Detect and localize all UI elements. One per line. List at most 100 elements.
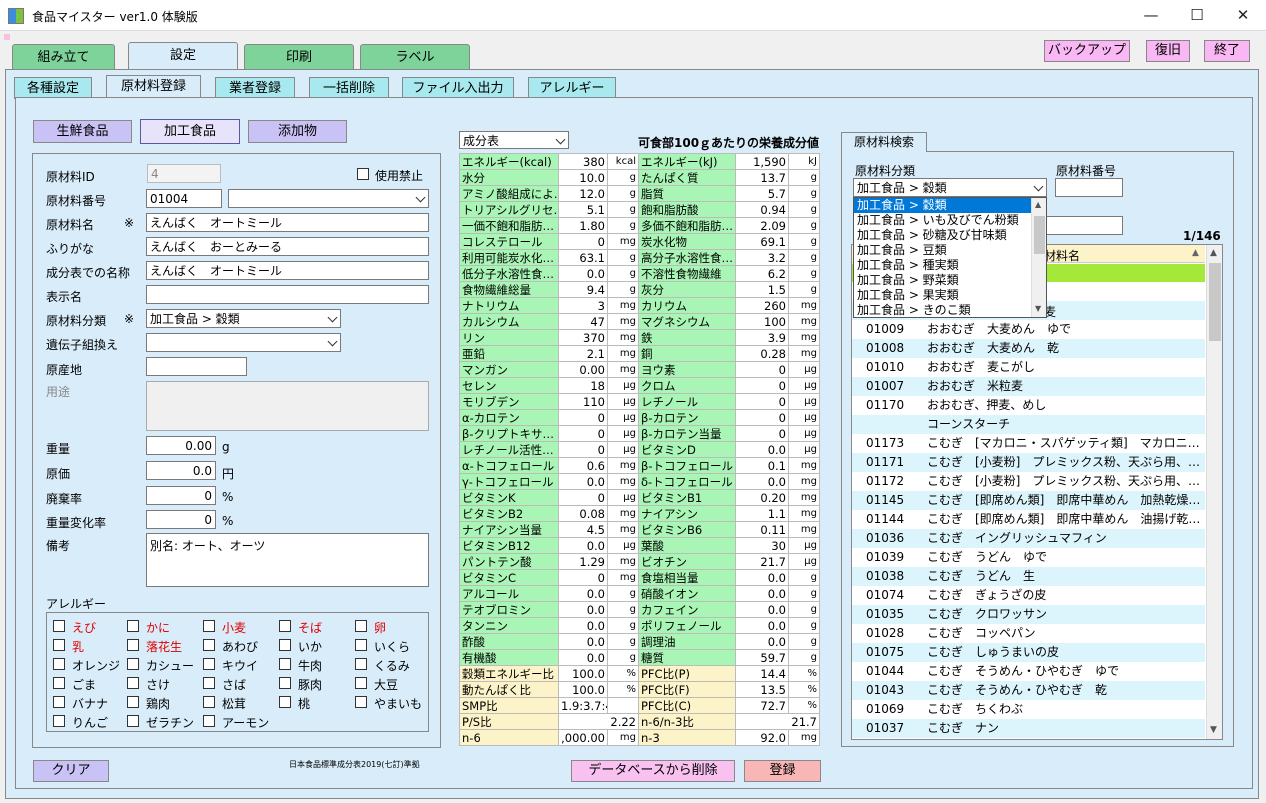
close-button[interactable]: ✕	[1220, 0, 1266, 31]
table-select[interactable]: 成分表	[459, 131, 569, 149]
dropdown-option[interactable]: 加工食品 > 砂糖及び甘味類	[854, 228, 1031, 243]
fresh-food-button[interactable]: 生鮮食品	[33, 120, 132, 143]
dropdown-option[interactable]: 加工食品 > 野菜類	[854, 273, 1031, 288]
subtab-bulk-delete[interactable]: 一括削除	[309, 77, 389, 99]
allergy-checkbox[interactable]	[127, 658, 139, 670]
list-item[interactable]: 01172 こむぎ [小麦粉] プレミックス粉、天ぷら用、バッター、揚げ	[852, 472, 1205, 491]
list-item[interactable]: 01043 こむぎ そうめん・ひやむぎ 乾	[852, 681, 1205, 700]
allergy-checkbox[interactable]	[279, 677, 291, 689]
allergy-checkbox[interactable]	[53, 658, 65, 670]
allergy-item[interactable]: キウイ	[203, 657, 277, 673]
scroll-up-icon[interactable]: ▲	[1210, 248, 1217, 258]
display-name-field[interactable]	[146, 285, 429, 304]
allergy-checkbox[interactable]	[127, 620, 139, 632]
allergy-item[interactable]: いくら	[355, 638, 429, 654]
list-item[interactable]: 01044 こむぎ そうめん・ひやむぎ ゆで	[852, 662, 1205, 681]
dropdown-option[interactable]: 加工食品 > 果実類	[854, 288, 1031, 303]
allergy-checkbox[interactable]	[203, 696, 215, 708]
tab-settings[interactable]: 設定	[128, 42, 238, 70]
allergy-item[interactable]: 豚肉	[279, 676, 353, 692]
allergy-item[interactable]: えび	[53, 619, 127, 635]
gm-dropdown[interactable]	[146, 333, 341, 352]
allergy-checkbox[interactable]	[127, 677, 139, 689]
search-number-field[interactable]	[1055, 178, 1123, 197]
list-item[interactable]: 01035 こむぎ クロワッサン	[852, 605, 1205, 624]
allergy-checkbox[interactable]	[127, 696, 139, 708]
additive-button[interactable]: 添加物	[248, 120, 347, 143]
allergy-item[interactable]: あわび	[203, 638, 277, 654]
search-tab[interactable]: 原材料検索	[841, 132, 927, 152]
list-item[interactable]: 01170 おおむぎ、押麦、めし	[852, 396, 1205, 415]
allergy-item[interactable]: ゼラチン	[127, 714, 201, 730]
list-item[interactable]: 01009 おおむぎ 大麦めん ゆで	[852, 320, 1205, 339]
allergy-item[interactable]: バナナ	[53, 695, 127, 711]
restore-button[interactable]: 復旧	[1146, 40, 1190, 62]
allergy-checkbox[interactable]	[127, 715, 139, 727]
cost-field[interactable]: 0.0	[146, 461, 216, 480]
allergy-item[interactable]: そば	[279, 619, 353, 635]
allergy-item[interactable]: さけ	[127, 676, 201, 692]
search-name-field[interactable]	[1042, 216, 1123, 235]
list-item[interactable]: 01144 こむぎ [即席めん類] 即席中華めん 油揚げ乾燥めん	[852, 510, 1205, 529]
dropdown-option[interactable]: 加工食品 > 種実類	[854, 258, 1031, 273]
number-field[interactable]: 01004	[146, 189, 222, 208]
weight-change-field[interactable]: 0	[146, 510, 216, 529]
register-button[interactable]: 登録	[744, 760, 821, 782]
clear-button[interactable]: クリア	[33, 760, 109, 782]
allergy-checkbox[interactable]	[355, 658, 367, 670]
furigana-field[interactable]: えんばく おーとみーる	[146, 237, 429, 256]
tab-label[interactable]: ラベル	[360, 44, 470, 70]
dropdown-option[interactable]: 加工食品 > きのこ類	[854, 303, 1031, 317]
search-class-dropdown[interactable]: 加工食品 > 穀類	[853, 178, 1047, 197]
dropdown-scrollbar[interactable]: ▲ ▼	[1031, 198, 1046, 317]
list-item[interactable]: コーンスターチ	[852, 415, 1205, 434]
delete-from-db-button[interactable]: データベースから削除	[571, 760, 735, 782]
allergy-item[interactable]: 大豆	[355, 676, 429, 692]
allergy-checkbox[interactable]	[355, 677, 367, 689]
allergy-checkbox[interactable]	[355, 639, 367, 651]
scroll-thumb[interactable]	[1209, 263, 1221, 341]
name-field[interactable]: えんばく オートミール	[146, 213, 429, 232]
list-item[interactable]: 01028 こむぎ コッペパン	[852, 624, 1205, 643]
number-dropdown[interactable]	[228, 189, 429, 208]
allergy-checkbox[interactable]	[53, 696, 65, 708]
scroll-down-icon[interactable]: ▼	[1210, 725, 1217, 735]
note-field[interactable]: 別名: オート、オーツ	[146, 533, 429, 587]
backup-button[interactable]: バックアップ	[1044, 40, 1130, 62]
list-item[interactable]: 01075 こむぎ しゅうまいの皮	[852, 643, 1205, 662]
dropdown-option[interactable]: 加工食品 > いも及びでん粉類	[854, 213, 1031, 228]
allergy-item[interactable]: 桃	[279, 695, 353, 711]
allergy-checkbox[interactable]	[279, 639, 291, 651]
list-item[interactable]: 01069 こむぎ ちくわぶ	[852, 700, 1205, 719]
list-item[interactable]: 01010 おおむぎ 麦こがし	[852, 358, 1205, 377]
origin-field[interactable]	[146, 357, 247, 376]
allergy-item[interactable]: 卵	[355, 619, 429, 635]
class-dropdown[interactable]: 加工食品 > 穀類	[146, 309, 341, 328]
allergy-item[interactable]: 牛肉	[279, 657, 353, 673]
list-item[interactable]: 01038 こむぎ うどん 生	[852, 567, 1205, 586]
allergy-item[interactable]: かに	[127, 619, 201, 635]
allergy-item[interactable]: 乳	[53, 638, 127, 654]
allergy-item[interactable]: ごま	[53, 676, 127, 692]
tab-assemble[interactable]: 組み立て	[12, 44, 115, 70]
allergy-checkbox[interactable]	[53, 639, 65, 651]
dropdown-option[interactable]: 加工食品 > 穀類	[854, 198, 1031, 213]
subtab-file-io[interactable]: ファイル入出力	[402, 77, 514, 99]
results-scrollbar[interactable]: ▲ ▼	[1206, 245, 1222, 739]
allergy-item[interactable]: 落花生	[127, 638, 201, 654]
allergy-item[interactable]: 松茸	[203, 695, 277, 711]
allergy-item[interactable]: オレンジ	[53, 657, 127, 673]
list-item[interactable]: 01173 こむぎ [マカロニ・スパゲッティ類] マカロニ・スパゲッティ	[852, 434, 1205, 453]
composition-name-field[interactable]: えんばく オートミール	[146, 261, 429, 280]
class-dropdown-list[interactable]: 加工食品 > 穀類 加工食品 > いも及びでん粉類 加工食品 > 砂糖及び甘味類 加工…	[853, 197, 1047, 318]
scroll-up-icon[interactable]: ▲	[1035, 200, 1041, 209]
list-item[interactable]: 01039 こむぎ うどん ゆで	[852, 548, 1205, 567]
subtab-general[interactable]: 各種設定	[14, 77, 92, 99]
allergy-item[interactable]: カシュー	[127, 657, 201, 673]
allergy-item[interactable]: 鶏肉	[127, 695, 201, 711]
processed-food-button[interactable]: 加工食品	[140, 119, 240, 144]
allergy-checkbox[interactable]	[53, 620, 65, 632]
scroll-thumb[interactable]	[1034, 216, 1045, 254]
col-name-header[interactable]: 材料名	[1044, 247, 1080, 264]
allergy-checkbox[interactable]	[203, 620, 215, 632]
